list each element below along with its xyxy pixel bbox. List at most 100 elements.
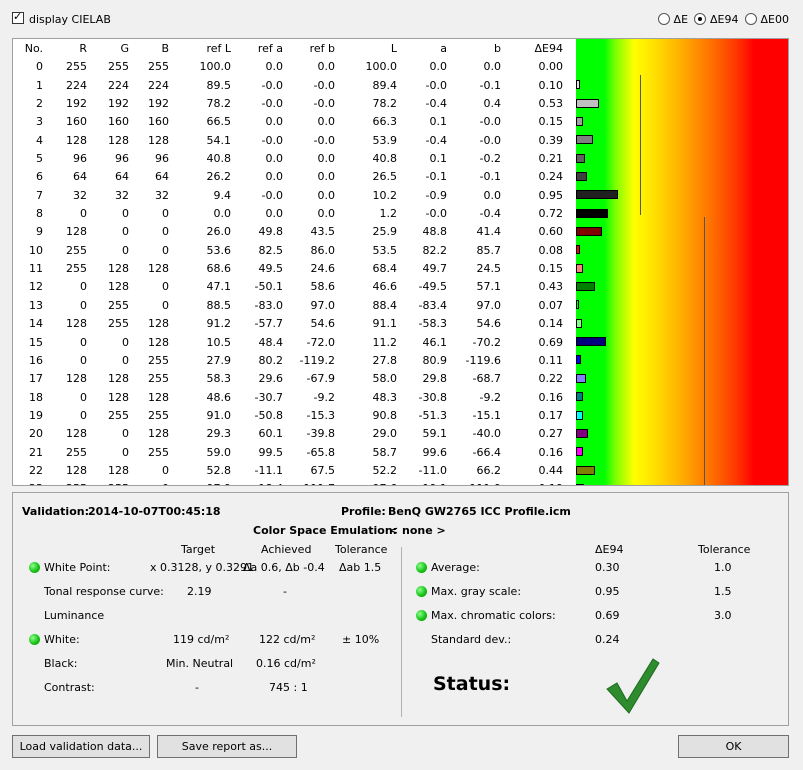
cell-ref-b: 86.0 [310, 243, 336, 257]
luminance-label: Luminance [44, 609, 105, 622]
cell-a: 99.6 [422, 445, 448, 459]
cell-g: 255 [87, 482, 129, 485]
cell-ref-l: 59.0 [206, 445, 232, 459]
cell-ref-b: -0.0 [313, 78, 335, 92]
cell-delta-e: 0.16 [538, 445, 564, 459]
cell-ref-b: 0.0 [317, 170, 336, 184]
cell-b: 0 [162, 225, 169, 239]
radio-delta-e00-label[interactable]: ΔE00 [761, 13, 789, 26]
header-ref-l: ref L [206, 42, 231, 55]
cell-b: 128 [148, 427, 169, 441]
cell-g: 128 [108, 390, 129, 404]
display-cielab-label[interactable]: display CIELAB [29, 13, 111, 26]
cell-ref-a: -50.8 [254, 408, 283, 422]
cell-delta-e: 0.21 [538, 152, 564, 166]
cell-r: 192 [66, 97, 87, 111]
cell-l: 90.8 [372, 408, 398, 422]
emulation-value: < none > [389, 524, 446, 537]
summary-divider [401, 547, 402, 717]
cell-b: 160 [148, 115, 169, 129]
cell-b: 66.2 [476, 463, 502, 477]
cell-ref-b: 111.7 [283, 482, 336, 485]
cell-no: 16 [29, 353, 43, 367]
measurement-table-panel[interactable]: No. R G Bref Lref a ref b La b ΔE94 0 255 255 255 10… [12, 38, 789, 486]
metric-delta-e[interactable]: ΔE [657, 13, 688, 26]
cell-a: -0.0 [425, 207, 447, 221]
cell-ref-a: -0.0 [261, 188, 283, 202]
cell-b: 0 [129, 482, 169, 485]
cell-l: 100.0 [365, 60, 398, 74]
std-dev-label: Standard dev.: [431, 633, 512, 646]
cell-b: 128 [148, 262, 169, 276]
cell-b: 255 [148, 353, 169, 367]
std-dev-value: 0.24 [595, 633, 620, 646]
cell-l: 48.3 [372, 390, 398, 404]
cell-g: 128 [108, 372, 129, 386]
delta-e-bar [576, 116, 583, 126]
table-row: 7 32 32 32 9.4 -0.0 0.0 10.2 -0.9 0.0 0.95 [13, 186, 576, 204]
cell-no: 2 [36, 97, 43, 111]
header-ref-b: ref b [309, 42, 335, 55]
cell-r: 128 [66, 427, 87, 441]
cell-b: 24.5 [476, 262, 502, 276]
metric-delta-e94[interactable]: ΔE94 [694, 13, 739, 26]
radio-delta-e94-label[interactable]: ΔE94 [710, 13, 738, 26]
cell-r: 255 [66, 243, 87, 257]
white-point-status-icon [29, 562, 40, 573]
cell-b: 255 [148, 372, 169, 386]
delta-e-bar-chart [576, 39, 788, 485]
cell-a: 0.1 [429, 152, 448, 166]
cell-l: 91.1 [372, 317, 398, 331]
cell-g: 255 [108, 298, 129, 312]
col-delta-header: ΔE94 [595, 543, 624, 556]
checkmark-icon [606, 658, 660, 714]
cell-ref-b: -0.0 [313, 97, 335, 111]
metric-delta-e00[interactable]: ΔE00 [744, 13, 789, 26]
tonal-target: 2.19 [187, 585, 212, 598]
radio-delta-e00[interactable] [744, 13, 757, 25]
cell-b: 32 [155, 188, 169, 202]
cell-r: 64 [73, 170, 87, 184]
max-gray-value: 0.95 [595, 585, 620, 598]
cell-b: 128 [148, 335, 169, 349]
cell-no: 7 [36, 188, 43, 202]
cell-b: 0 [162, 243, 169, 257]
cell-ref-a: -0.0 [261, 78, 283, 92]
cell-b: 64 [155, 170, 169, 184]
load-validation-data-button[interactable]: Load validation data... [12, 735, 150, 758]
cell-b: -0.1 [479, 170, 501, 184]
cell-b: 57.1 [476, 280, 502, 294]
radio-delta-e-label[interactable]: ΔE [674, 13, 688, 26]
white-point-target: x 0.3128, y 0.3291 [150, 561, 254, 574]
cell-ref-b: 0.0 [317, 60, 336, 74]
radio-delta-e[interactable] [657, 13, 670, 25]
radio-delta-e94[interactable] [694, 13, 707, 25]
white-label: White: [44, 633, 80, 646]
cell-b: 0.4 [483, 97, 502, 111]
ok-button[interactable]: OK [678, 735, 789, 758]
cell-ref-b: 0.0 [317, 207, 336, 221]
cell-l: 58.7 [372, 445, 398, 459]
cell-r: 0 [80, 353, 87, 367]
cell-b: 97.0 [476, 298, 502, 312]
delta-e-bar [576, 465, 596, 475]
cell-ref-a: 48.4 [258, 335, 284, 349]
cell-a: 82.2 [422, 243, 448, 257]
cell-g: 128 [108, 280, 129, 294]
display-cielab-checkbox[interactable] [12, 10, 24, 24]
cell-l: 1.2 [379, 207, 398, 221]
cell-r: 255 [66, 60, 87, 74]
cell-r: 0 [80, 280, 87, 294]
max-chroma-tolerance: 3.0 [714, 609, 732, 622]
table-row: 22 128 128 0 52.8 -11.1 67.5 52.2 -11.0 66.2 0.44 [13, 461, 576, 479]
contrast-target: - [195, 681, 199, 694]
cell-r: 160 [66, 115, 87, 129]
cell-no: 15 [29, 335, 43, 349]
cell-ref-l: 91.0 [206, 408, 232, 422]
cell-r: 0 [80, 298, 87, 312]
cell-delta-e: 0.14 [538, 317, 564, 331]
cell-no: 13 [29, 298, 43, 312]
save-report-button[interactable]: Save report as... [157, 735, 297, 758]
max-chroma-status-icon [416, 610, 427, 621]
white-achieved: 122 cd/m² [259, 633, 316, 646]
